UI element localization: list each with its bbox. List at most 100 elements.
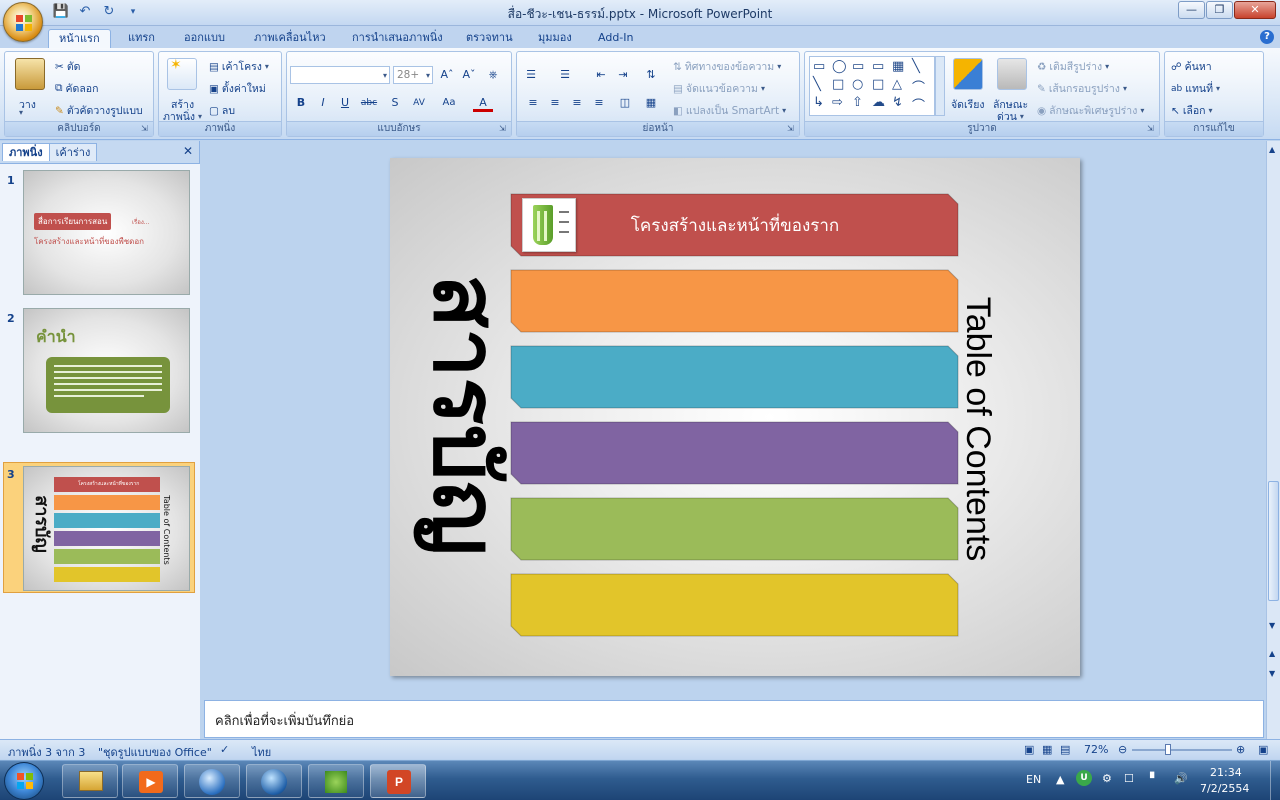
vertical-scrollbar[interactable]: ▲ ▼ ▲ ▼ (1266, 141, 1280, 739)
paste-dropdown[interactable]: ▾ (19, 108, 23, 117)
office-button[interactable] (3, 2, 43, 42)
maximize-button[interactable]: ❐ (1206, 1, 1233, 19)
scrollbar-thumb[interactable] (1268, 481, 1279, 601)
find-button[interactable]: ☍ ค้นหา (1171, 58, 1212, 75)
tab-home[interactable]: หน้าแรก (48, 29, 111, 48)
tab-insert[interactable]: แทรก (118, 29, 165, 48)
zoom-level[interactable]: 72% (1084, 743, 1108, 756)
shadow-icon[interactable]: S (385, 94, 405, 112)
taskbar-powerpoint[interactable]: P (370, 764, 426, 798)
shapes-gallery-scroll[interactable] (935, 56, 945, 116)
align-left-icon[interactable]: ≡ (523, 94, 543, 112)
contents-item-6-bar[interactable] (510, 573, 959, 637)
shape-outline-button[interactable]: ✎ เส้นกรอบรูปร่าง ▾ (1037, 80, 1127, 97)
new-slide-icon[interactable]: ✶ (167, 57, 197, 90)
network-icon[interactable]: ▘ (1150, 772, 1158, 785)
zoom-out-icon[interactable]: ⊖ (1118, 743, 1127, 756)
shape-fill-button[interactable]: ♻ เติมสีรูปร่าง ▾ (1037, 58, 1109, 75)
language[interactable]: ไทย (252, 743, 271, 761)
spellcheck-icon[interactable]: ✓ (220, 743, 229, 756)
minimize-button[interactable]: — (1178, 1, 1205, 19)
replace-button[interactable]: ab แทนที่ ▾ (1171, 80, 1220, 97)
cut-button[interactable]: ✂ ตัด (55, 58, 80, 75)
text-direction-button[interactable]: ⇅ ทิศทางของข้อความ ▾ (673, 58, 781, 75)
normal-view-icon[interactable]: ▣ (1024, 743, 1034, 756)
select-button[interactable]: ↖ เลือก ▾ (1171, 102, 1213, 119)
reset-button[interactable]: ▣ ตั้งค่าใหม่ (209, 80, 266, 97)
fit-to-window-icon[interactable]: ▣ (1258, 743, 1268, 756)
decrease-indent-icon[interactable]: ⇤ (591, 66, 611, 84)
volume-icon[interactable]: 🔊 (1174, 772, 1188, 785)
tray-device-icon[interactable]: ☐ (1124, 772, 1134, 785)
tab-view[interactable]: มุมมอง (528, 29, 582, 48)
tab-animations[interactable]: ภาพเคลื่อนไหว (244, 29, 336, 48)
bullets-icon[interactable]: ☰ (521, 66, 541, 84)
show-desktop-button[interactable] (1270, 761, 1280, 800)
tab-outline[interactable]: เค้าร่าง (48, 143, 98, 161)
smartart-button[interactable]: ◧ แปลงเป็น SmartArt ▾ (673, 102, 786, 119)
taskbar-explorer[interactable] (62, 764, 118, 798)
clock-time[interactable]: 21:34 (1210, 766, 1242, 779)
clear-format-icon[interactable]: ⎈ (483, 66, 503, 84)
italic-icon[interactable]: I (313, 94, 333, 112)
tab-addin[interactable]: Add-In (588, 29, 643, 48)
align-text-button[interactable]: ▤ จัดแนวข้อความ ▾ (673, 80, 765, 97)
distribute-icon[interactable]: ▦ (641, 94, 661, 112)
scroll-down-icon[interactable]: ▼ (1269, 621, 1275, 630)
copy-button[interactable]: ⧉ คัดลอก (55, 80, 98, 97)
columns-icon[interactable]: ◫ (615, 94, 635, 112)
change-case-icon[interactable]: Aa (439, 94, 459, 112)
contents-item-4-bar[interactable] (510, 421, 959, 485)
notes-placeholder[interactable]: คลิกเพื่อที่จะเพิ่มบันทึกย่อ (215, 710, 354, 731)
paragraph-launcher-icon[interactable]: ⇲ (787, 124, 797, 134)
contents-item-2-bar[interactable] (510, 269, 959, 333)
font-launcher-icon[interactable]: ⇲ (499, 124, 509, 134)
line-spacing-icon[interactable]: ⇅ (641, 66, 661, 84)
grow-font-icon[interactable]: Aˆ (437, 66, 457, 84)
align-center-icon[interactable]: ≡ (545, 94, 565, 112)
justify-icon[interactable]: ≡ (589, 94, 609, 112)
tray-settings-icon[interactable]: ⚙ (1102, 772, 1112, 785)
bold-icon[interactable]: B (291, 94, 311, 112)
language-indicator[interactable]: EN (1026, 773, 1041, 786)
underline-icon[interactable]: U (335, 94, 355, 112)
slide-thumbnail-1[interactable]: สื่อการเรียนการสอน เรื่อง... โครงสร้างแล… (23, 170, 190, 295)
contents-item-1-label[interactable]: โครงสร้างและหน้าที่ของราก (590, 212, 880, 239)
paste-icon[interactable] (15, 58, 45, 90)
contents-item-5-bar[interactable] (510, 497, 959, 561)
slide-thumbnail-3[interactable]: สารบัญ โครงสร้างและหน้าที่ของราก Table o… (23, 466, 190, 591)
notes-pane[interactable]: คลิกเพื่อที่จะเพิ่มบันทึกย่อ (204, 700, 1264, 738)
tab-slides[interactable]: ภาพนิ่ง (2, 143, 50, 161)
shapes-gallery[interactable]: ▭ ◯ ▭ ▭ ▦ ╲ ╲ □ ○ □ △ ⌒ ↳ ⇨ ⇧ ☁ ↯ ⌒ (809, 56, 935, 116)
numbering-icon[interactable]: ☰ (555, 66, 575, 84)
layout-button[interactable]: ▤ เค้าโครง ▾ (209, 58, 269, 75)
increase-indent-icon[interactable]: ⇥ (613, 66, 633, 84)
quick-styles-icon[interactable] (997, 58, 1027, 90)
tab-design[interactable]: ออกแบบ (174, 29, 235, 48)
char-spacing-icon[interactable]: AV (409, 94, 429, 112)
format-painter-button[interactable]: ✎ ตัวคัดวางรูปแบบ (55, 102, 143, 119)
pane-close-icon[interactable]: ✕ (183, 144, 193, 158)
taskbar-media-player[interactable]: ▶ (122, 764, 178, 798)
close-button[interactable]: ✕ (1234, 1, 1276, 19)
next-slide-icon[interactable]: ▼ (1269, 669, 1275, 678)
taskbar-browser[interactable] (184, 764, 240, 798)
shape-effects-button[interactable]: ◉ ลักษณะพิเศษรูปร่าง ▾ (1037, 102, 1144, 119)
tray-app-icon[interactable]: U (1076, 770, 1092, 786)
align-right-icon[interactable]: ≡ (567, 94, 587, 112)
scroll-up-icon[interactable]: ▲ (1269, 145, 1275, 154)
tab-review[interactable]: ตรวจทาน (456, 29, 523, 48)
strikethrough-icon[interactable]: abc (359, 94, 379, 112)
arrange-icon[interactable] (953, 58, 983, 90)
taskbar-app[interactable] (246, 764, 302, 798)
contents-item-3-bar[interactable] (510, 345, 959, 409)
zoom-slider-knob[interactable] (1165, 744, 1171, 755)
zoom-in-icon[interactable]: ⊕ (1236, 743, 1245, 756)
slide-canvas[interactable]: สารบัญ Table of Contents โครงสร้างและหน้… (390, 158, 1080, 676)
start-button[interactable] (4, 762, 44, 800)
clock-date[interactable]: 7/2/2554 (1200, 782, 1249, 795)
slide-sorter-icon[interactable]: ▦ (1042, 743, 1052, 756)
slide-thumbnail-2[interactable]: คำนำ (23, 308, 190, 433)
taskbar-messenger[interactable] (308, 764, 364, 798)
help-icon[interactable]: ? (1260, 30, 1274, 44)
